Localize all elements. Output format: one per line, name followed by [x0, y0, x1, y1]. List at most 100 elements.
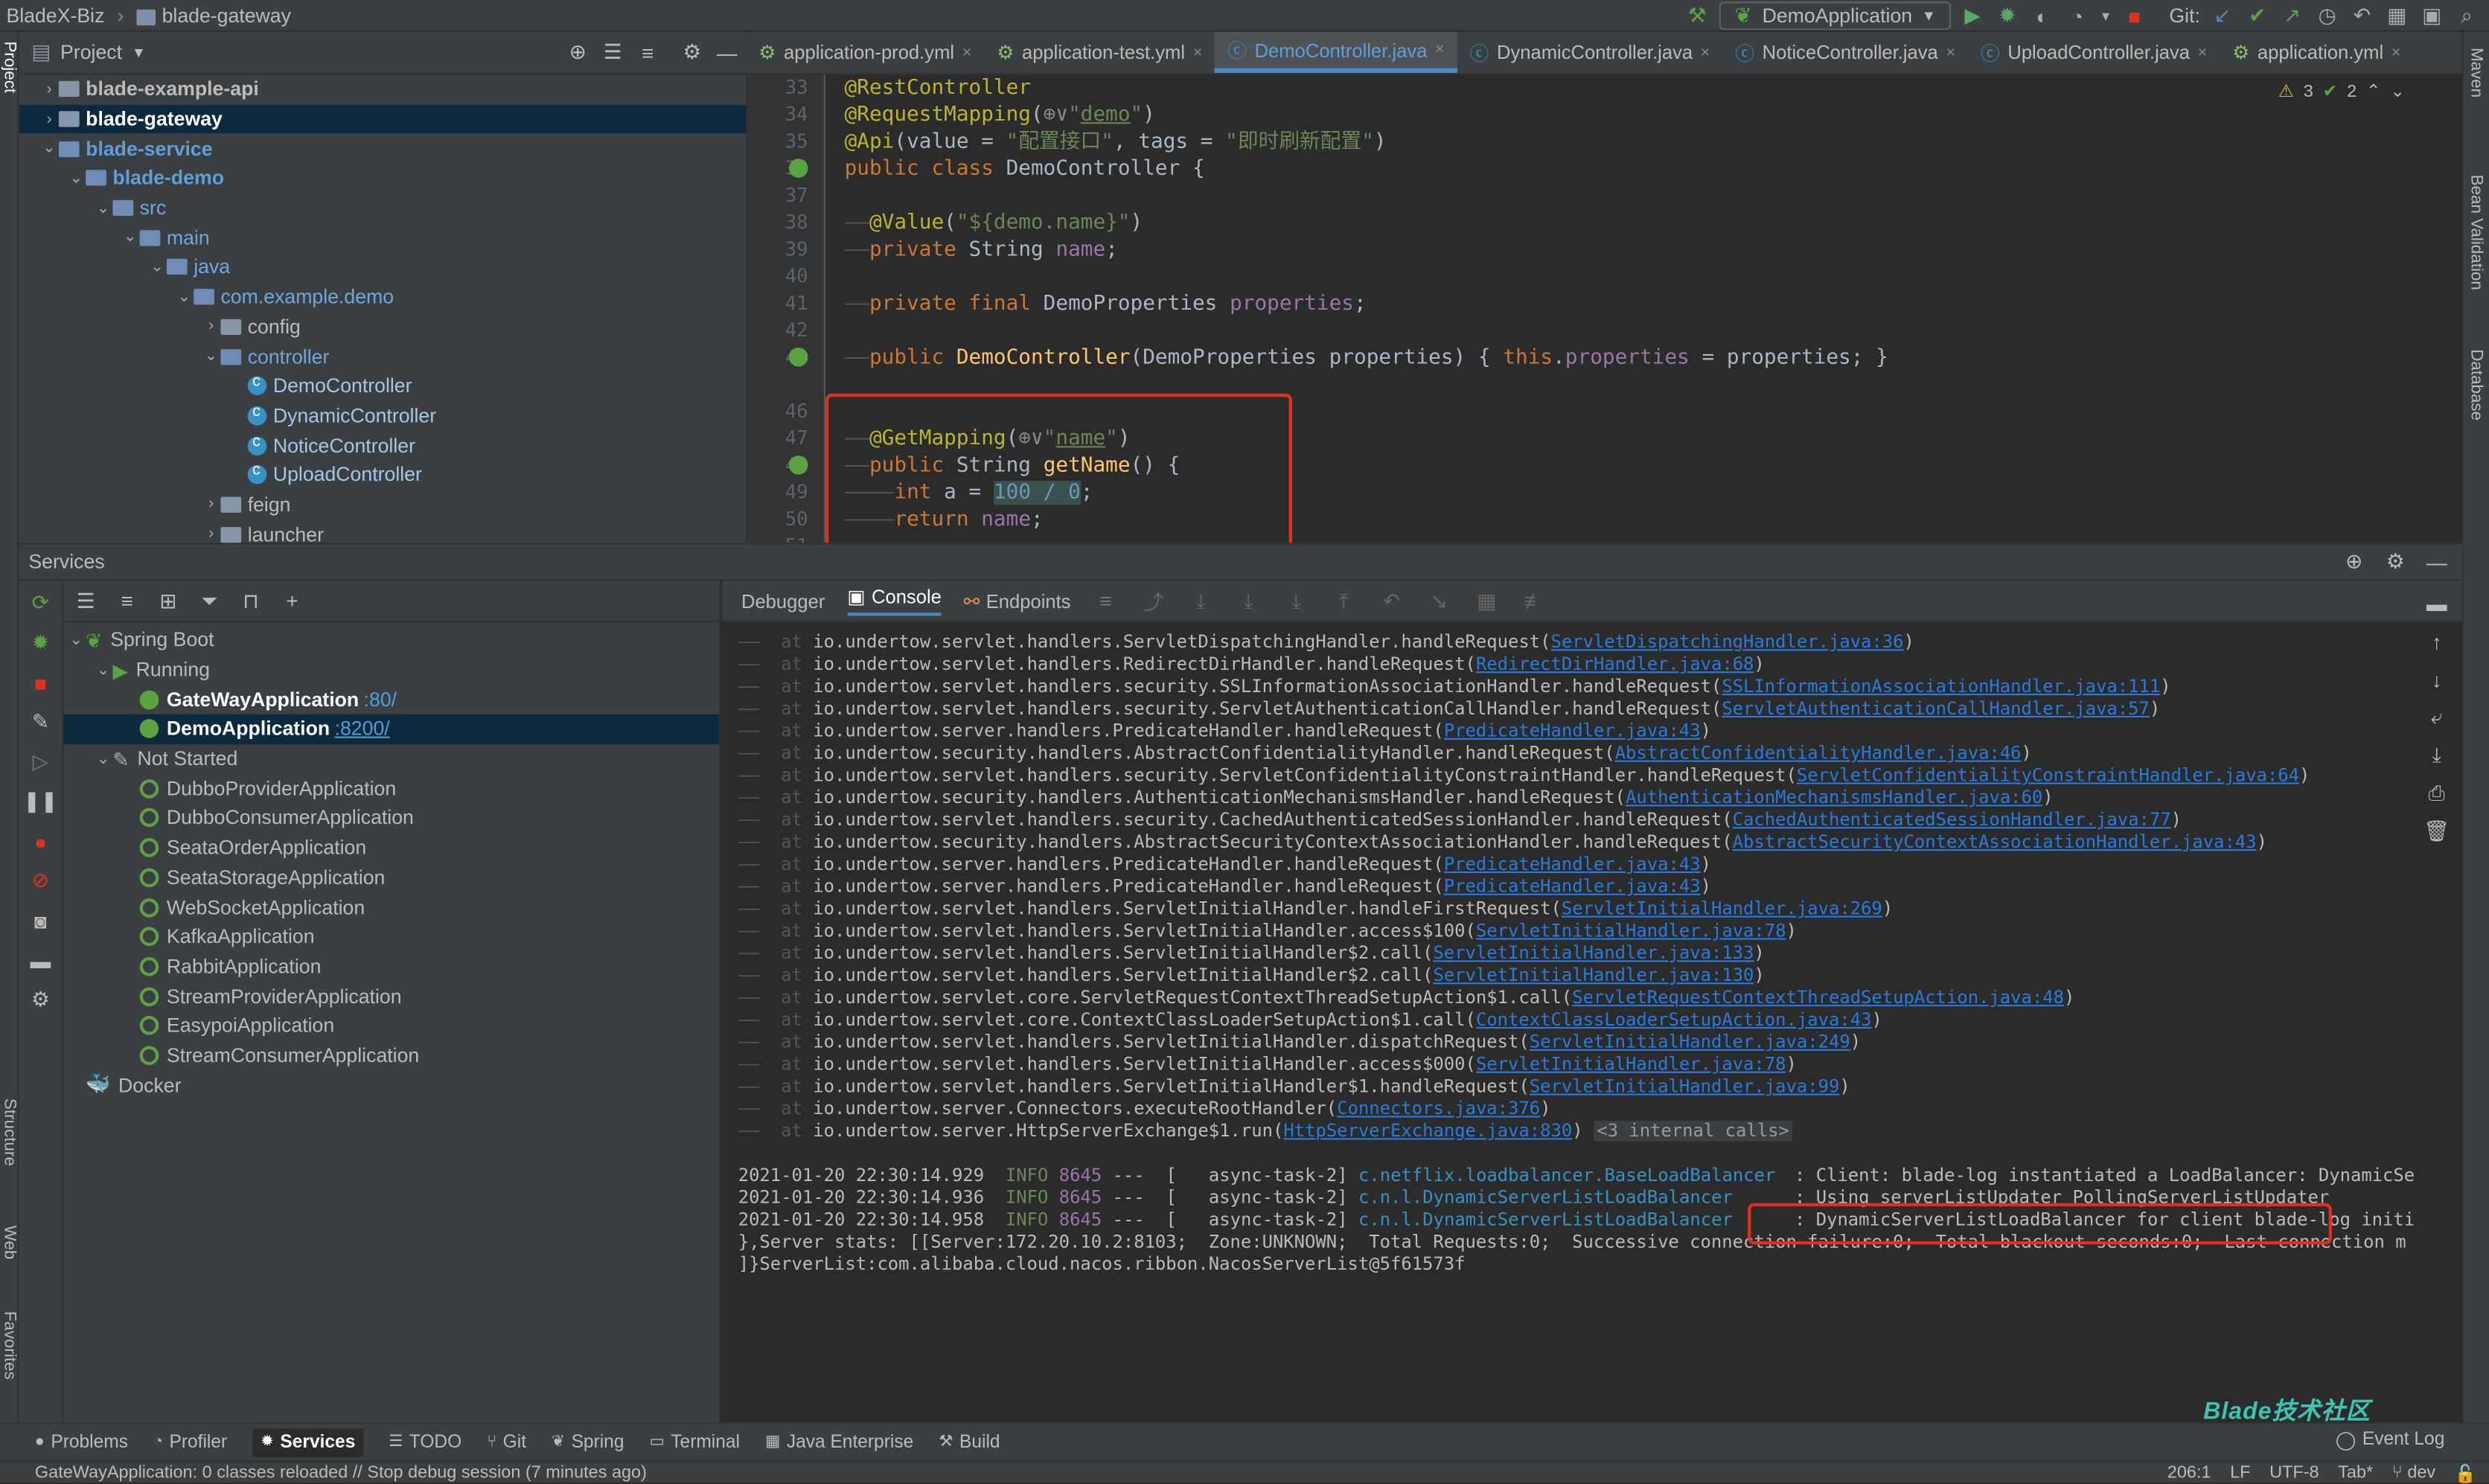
source-link[interactable]: AbstractConfidentialityHandler.java:46: [1615, 743, 2022, 764]
editor-tab[interactable]: ⓒ UploadController.java ×: [1968, 32, 2220, 73]
rerun-icon[interactable]: ⟳: [28, 590, 53, 615]
service-stopped-item[interactable]: DubboConsumerApplication: [63, 803, 719, 833]
hide-icon[interactable]: —: [2424, 549, 2450, 575]
source-link[interactable]: ServletRequestContextThreadSetupAction.j…: [1572, 988, 2064, 1008]
service-stopped-item[interactable]: SeataOrderApplication: [63, 833, 719, 863]
chevron-down-icon[interactable]: ⌄: [39, 140, 59, 157]
settings-icon[interactable]: ⚙: [28, 988, 53, 1013]
source-link[interactable]: AuthenticationMechanismsHandler.java:60: [1626, 787, 2042, 808]
service-running-item[interactable]: GateWayApplication:80/: [63, 685, 719, 714]
indent-setting[interactable]: Tab*: [2338, 1463, 2373, 1483]
editor-tab[interactable]: ⚙ application.yml ×: [2220, 32, 2413, 73]
chevron-down-icon[interactable]: ⌄: [67, 170, 86, 187]
layout-icon[interactable]: ▬: [28, 947, 53, 973]
bottom-tab[interactable]: ☰ TODO: [389, 1433, 461, 1452]
breadcrumb-module[interactable]: blade-gateway: [162, 4, 291, 26]
pause-icon[interactable]: ❚❚: [23, 789, 57, 814]
run-gutter-icon[interactable]: [788, 159, 808, 178]
line-separator[interactable]: LF: [2230, 1463, 2250, 1483]
stop-icon[interactable]: ■: [2121, 3, 2147, 28]
soft-wrap-icon[interactable]: ⤶: [2424, 705, 2450, 730]
trace-icon[interactable]: ≢: [1521, 588, 1547, 613]
chevron-down-icon[interactable]: ▼: [132, 45, 146, 60]
source-link[interactable]: ServletAuthenticationCallHandler.java:57: [1722, 698, 2150, 719]
tree-item[interactable]: NoticeController: [19, 431, 747, 461]
rollback-icon[interactable]: ↶: [2349, 3, 2374, 28]
collapse-all-icon[interactable]: ≡: [635, 39, 660, 65]
close-icon[interactable]: ×: [2198, 44, 2207, 61]
close-icon[interactable]: ×: [1946, 44, 1955, 61]
tree-item[interactable]: ⌄ src: [19, 194, 747, 223]
service-port-link[interactable]: :8200/: [335, 718, 390, 741]
show-execution-point-icon[interactable]: ⤴: [1140, 588, 1166, 614]
source-link[interactable]: RedirectDirHandler.java:68: [1476, 654, 1754, 675]
source-link[interactable]: AbstractSecurityContextAssociationHandle…: [1733, 832, 2257, 853]
breakpoints-icon[interactable]: ●: [28, 828, 53, 854]
bottom-tab[interactable]: ● Problems: [35, 1433, 128, 1452]
lock-icon[interactable]: 🔓: [2455, 1462, 2476, 1484]
bottom-tab[interactable]: ❦ Spring: [552, 1433, 624, 1452]
maven-tool-window-button[interactable]: Maven: [2467, 48, 2486, 97]
project-pane-title[interactable]: Project: [60, 41, 122, 63]
expand-all-icon[interactable]: ☰: [600, 39, 625, 65]
event-log-button[interactable]: ◯ Event Log: [2336, 1429, 2444, 1451]
close-icon[interactable]: ×: [1435, 41, 1444, 58]
tree-item[interactable]: ⌄ java: [19, 252, 747, 282]
tree-item[interactable]: UploadController: [19, 460, 747, 490]
service-stopped-item[interactable]: StreamConsumerApplication: [63, 1040, 719, 1070]
collapse-all-icon[interactable]: ≡: [115, 588, 140, 613]
cursor-position[interactable]: 206:1: [2167, 1463, 2211, 1483]
source-link[interactable]: ServletInitialHandler.java:78: [1476, 921, 1786, 941]
close-icon[interactable]: ×: [962, 44, 971, 61]
structure-tool-window-button[interactable]: Structure: [0, 1098, 19, 1166]
chevron-down-icon[interactable]: ⌄: [175, 288, 194, 305]
source-link[interactable]: ServletInitialHandler.java:269: [1562, 898, 1882, 919]
chevron-right-icon[interactable]: ›: [202, 318, 221, 335]
service-stopped-item[interactable]: KafkaApplication: [63, 922, 719, 952]
layout-icon[interactable]: ▬: [2424, 590, 2450, 615]
source-link[interactable]: ServletInitialHandler.java:130: [1433, 965, 1754, 986]
editor-tab[interactable]: ⓒ NoticeController.java ×: [1722, 32, 1968, 73]
service-group[interactable]: ⌄ ▶ Running: [63, 655, 719, 685]
source-link[interactable]: HttpServerExchange.java:830: [1283, 1121, 1572, 1142]
chevron-down-icon[interactable]: ⌄: [67, 632, 86, 649]
presentation-icon[interactable]: ▣: [2419, 3, 2444, 28]
bottom-tab[interactable]: ⑂ Git: [487, 1433, 526, 1452]
run-icon[interactable]: ▶: [1960, 3, 1985, 28]
service-port-link[interactable]: :80/: [364, 688, 397, 711]
gear-icon[interactable]: ⚙: [2383, 549, 2408, 575]
git-commit-icon[interactable]: ✔: [2245, 3, 2270, 28]
source-link[interactable]: ContextClassLoaderSetupAction.java:43: [1476, 1009, 1872, 1030]
git-update-icon[interactable]: ↙: [2210, 3, 2235, 28]
service-stopped-item[interactable]: RabbitApplication: [63, 952, 719, 982]
tree-item[interactable]: › blade-example-api: [19, 74, 747, 104]
source-link[interactable]: CachedAuthenticatedSessionHandler.java:7…: [1733, 810, 2171, 831]
search-icon[interactable]: ⌕: [2454, 3, 2479, 28]
editor-tab[interactable]: ⓒ DynamicController.java ×: [1457, 32, 1723, 73]
print-icon[interactable]: ⎙: [2424, 781, 2450, 806]
trash-icon[interactable]: 🗑: [2424, 819, 2450, 845]
tree-item[interactable]: ⌄ blade-service: [19, 134, 747, 164]
project-structure-icon[interactable]: ▦: [2384, 3, 2409, 28]
frames-menu-icon[interactable]: ≡: [1093, 588, 1118, 613]
source-link[interactable]: PredicateHandler.java:43: [1444, 854, 1701, 874]
breadcrumb-project[interactable]: BladeX-Biz: [7, 4, 105, 26]
step-over-icon[interactable]: ⤓: [1188, 588, 1213, 613]
force-step-into-icon[interactable]: ⤓: [1283, 588, 1309, 613]
locate-icon[interactable]: ⊕: [2342, 549, 2367, 575]
source-link[interactable]: PredicateHandler.java:43: [1444, 876, 1701, 897]
more-dropdown-icon[interactable]: ▼: [2100, 3, 2112, 28]
tree-item[interactable]: ⌄ blade-demo: [19, 164, 747, 194]
run-to-cursor-icon[interactable]: ↘: [1426, 588, 1451, 613]
web-tool-window-button[interactable]: Web: [0, 1226, 19, 1260]
service-running-item[interactable]: DemoApplication:8200/: [63, 714, 720, 744]
source-link[interactable]: ServletInitialHandler.java:99: [1530, 1076, 1840, 1097]
drop-frame-icon[interactable]: ↶: [1378, 588, 1404, 613]
internal-calls-fold[interactable]: <3 internal calls>: [1593, 1120, 1793, 1142]
run-configuration-select[interactable]: ❦ DemoApplication ▼: [1719, 1, 1951, 31]
source-link[interactable]: Connectors.java:376: [1337, 1098, 1540, 1119]
tree-item[interactable]: ⌄ controller: [19, 342, 747, 371]
tree-item[interactable]: › blade-gateway: [19, 104, 747, 134]
chevron-down-icon[interactable]: ⌄: [202, 348, 221, 365]
service-stopped-item[interactable]: WebSocketApplication: [63, 892, 719, 922]
